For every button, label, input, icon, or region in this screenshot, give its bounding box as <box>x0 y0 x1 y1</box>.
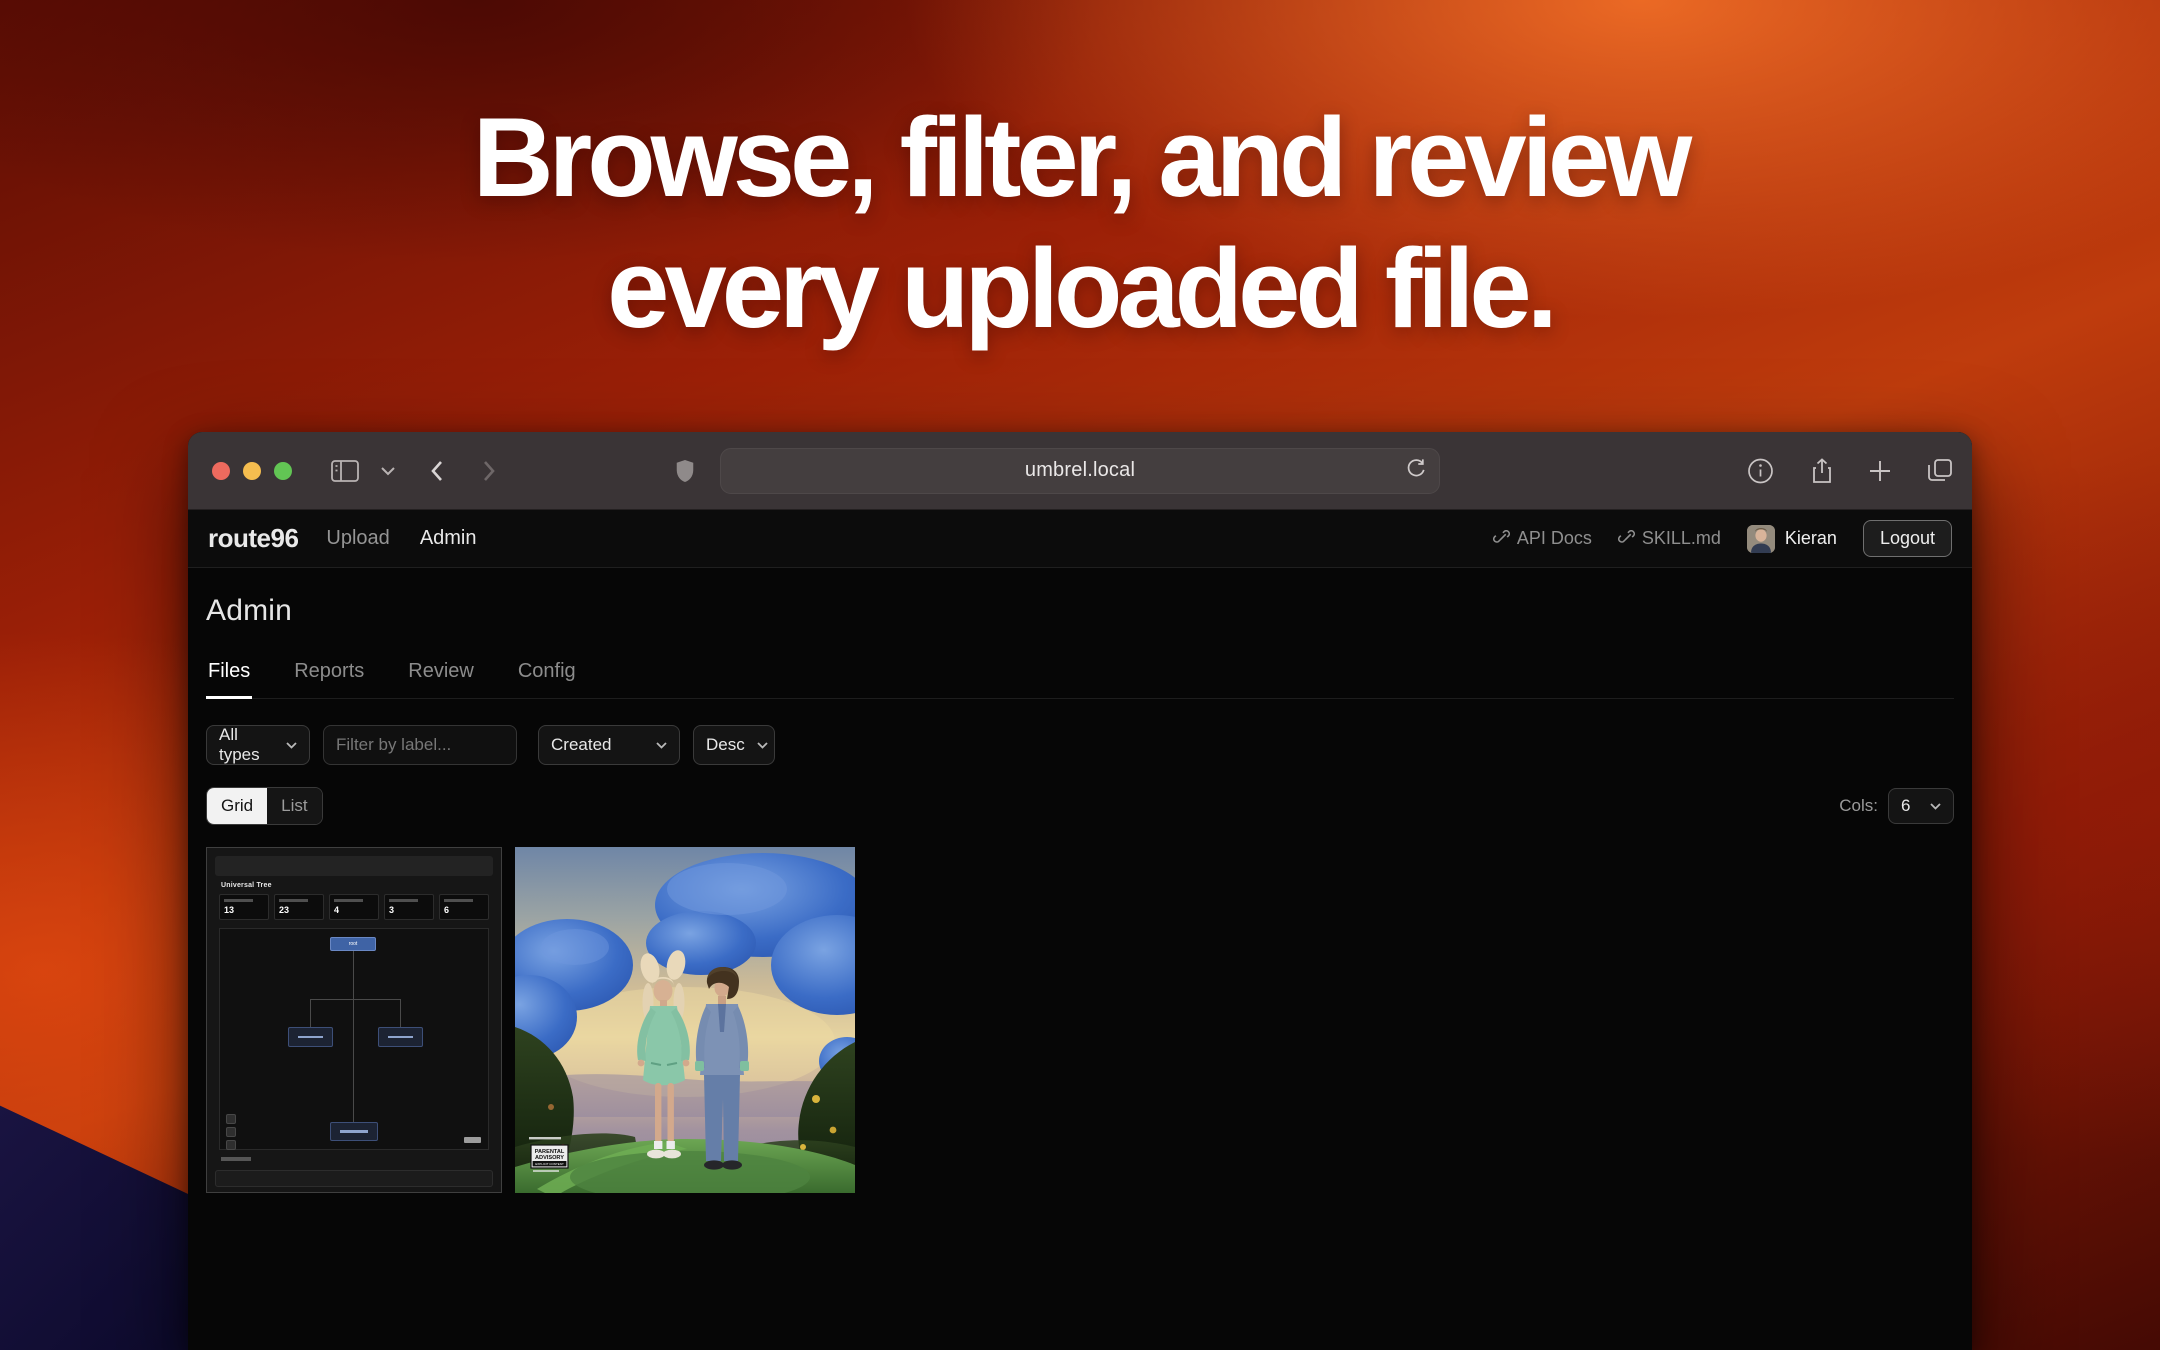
chevron-down-icon <box>757 742 768 749</box>
skill-md-link[interactable]: SKILL.md <box>1618 528 1721 549</box>
cols-label: Cols: <box>1839 796 1878 816</box>
fit-mini-button <box>226 1140 236 1150</box>
zoom-button[interactable] <box>274 462 292 480</box>
label-filter-input[interactable] <box>323 725 517 765</box>
view-row: Grid List Cols: 6 <box>206 787 1954 825</box>
type-filter-select[interactable]: All types <box>206 725 310 765</box>
zoom-out-mini-button <box>226 1127 236 1137</box>
header-right: API Docs SKILL.md Kieran <box>1493 520 1952 557</box>
mini-chip <box>464 1137 481 1143</box>
sidebar-icon[interactable] <box>330 458 360 484</box>
tree-leaf-node <box>330 1122 378 1141</box>
grid-view-button[interactable]: Grid <box>207 788 267 824</box>
link-icon <box>1618 530 1635 547</box>
minimize-button[interactable] <box>243 462 261 480</box>
browser-window: umbrel.local route96 <box>188 432 1972 1350</box>
chevron-down-icon <box>286 742 297 749</box>
hero-headline: Browse, filter, and review every uploade… <box>0 92 2160 354</box>
tree-child-node <box>288 1027 333 1047</box>
tree-child-node <box>378 1027 423 1047</box>
thumb-caption <box>221 1157 487 1162</box>
user-chip: Kieran <box>1747 525 1837 553</box>
privacy-shield-icon[interactable] <box>674 457 696 485</box>
view-toggle: Grid List <box>206 787 323 825</box>
tab-files[interactable]: Files <box>206 660 252 699</box>
file-grid: Universal Tree 13 23 4 3 6 root <box>206 847 1954 1193</box>
logout-button[interactable]: Logout <box>1863 520 1952 557</box>
tab-overview-icon[interactable] <box>1926 457 1954 485</box>
user-name: Kieran <box>1785 528 1837 549</box>
url-text: umbrel.local <box>1025 459 1135 482</box>
nav-admin[interactable]: Admin <box>420 527 477 550</box>
album-cover-art: PARENTAL ADVISORY EXPLICIT CONTENT <box>515 847 855 1193</box>
thumb-title: Universal Tree <box>221 882 272 889</box>
forward-icon[interactable] <box>476 458 500 484</box>
order-select[interactable]: Desc <box>693 725 775 765</box>
traffic-lights <box>212 462 292 480</box>
reload-icon[interactable] <box>1406 457 1426 484</box>
app-nav: Upload Admin <box>326 527 476 550</box>
app-header: route96 Upload Admin API Docs SKILL.md <box>188 510 1972 568</box>
tab-config[interactable]: Config <box>516 660 578 698</box>
thumb-footer-strip <box>215 1170 493 1187</box>
thumb-header-strip <box>215 856 493 876</box>
list-view-button[interactable]: List <box>267 788 321 824</box>
svg-text:ADVISORY: ADVISORY <box>535 1155 564 1161</box>
browser-toolbar: umbrel.local <box>188 432 1972 510</box>
file-thumbnail-photo[interactable]: PARENTAL ADVISORY EXPLICIT CONTENT <box>515 847 855 1193</box>
hero-line-1: Browse, filter, and review <box>0 92 2160 223</box>
api-docs-link[interactable]: API Docs <box>1493 528 1592 549</box>
share-icon[interactable] <box>1810 457 1834 485</box>
file-thumbnail-screenshot[interactable]: Universal Tree 13 23 4 3 6 root <box>206 847 502 1193</box>
hero-line-2: every uploaded file. <box>0 223 2160 354</box>
filter-row: All types Created Desc <box>206 725 1954 765</box>
url-bar[interactable]: umbrel.local <box>720 448 1440 494</box>
admin-tabs: Files Reports Review Config <box>206 660 1954 699</box>
sort-select[interactable]: Created <box>538 725 680 765</box>
nav-upload[interactable]: Upload <box>326 527 389 550</box>
chevron-down-icon <box>656 742 667 749</box>
page-info-icon[interactable] <box>1747 457 1774 484</box>
thumb-tree-panel: root <box>219 928 489 1150</box>
new-tab-icon[interactable] <box>1868 459 1892 483</box>
tab-reports[interactable]: Reports <box>292 660 366 698</box>
svg-text:EXPLICIT CONTENT: EXPLICIT CONTENT <box>535 1162 564 1166</box>
back-icon[interactable] <box>426 458 450 484</box>
page-title: Admin <box>206 594 1954 628</box>
tab-review[interactable]: Review <box>406 660 476 698</box>
tree-root-node: root <box>330 937 376 951</box>
app-brand[interactable]: route96 <box>208 523 298 554</box>
zoom-in-mini-button <box>226 1114 236 1124</box>
avatar[interactable] <box>1747 525 1775 553</box>
admin-content: Admin Files Reports Review Config All ty… <box>188 594 1972 1193</box>
cols-select[interactable]: 6 <box>1888 788 1954 824</box>
chevron-down-icon[interactable] <box>380 466 396 476</box>
close-button[interactable] <box>212 462 230 480</box>
thumb-stats-row: 13 23 4 3 6 <box>219 894 489 920</box>
link-icon <box>1493 530 1510 547</box>
chevron-down-icon <box>1930 803 1941 810</box>
